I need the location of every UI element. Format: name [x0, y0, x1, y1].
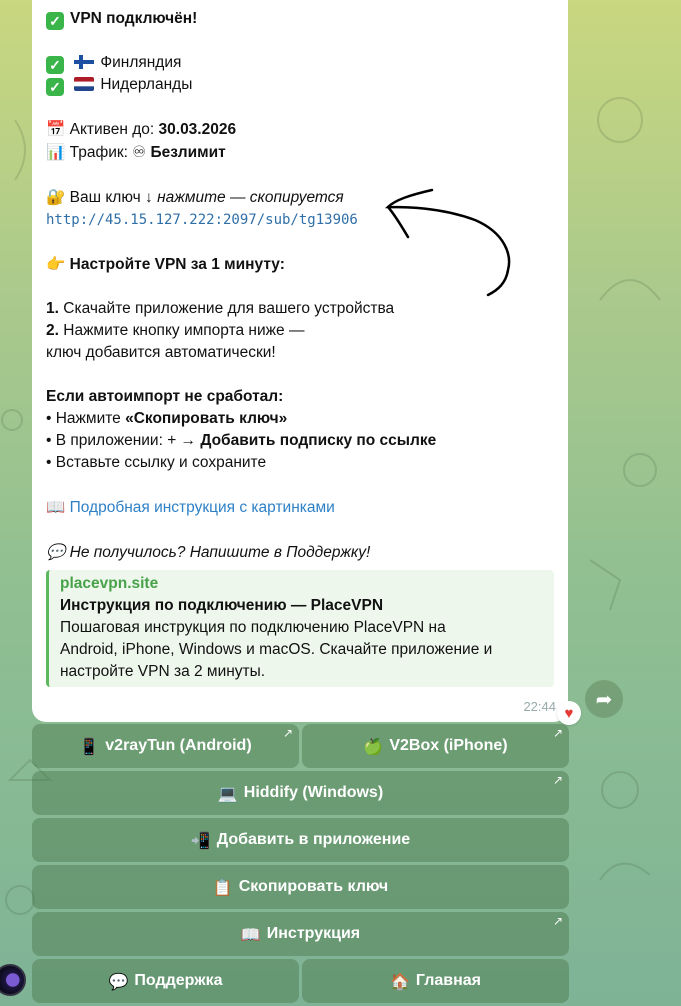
speech-bubble-icon: 💬	[46, 543, 66, 561]
button-label: Скопировать ключ	[238, 878, 389, 895]
button-label: v2rayTun (Android)	[105, 737, 252, 754]
check-icon: ✓	[46, 56, 64, 74]
button-label: Главная	[415, 972, 481, 989]
fallback-text: • Нажмите	[46, 410, 126, 427]
infinity-icon: ♾	[132, 143, 147, 161]
hiddify-button[interactable]: 💻 Hiddify (Windows) ↗	[32, 771, 569, 815]
lock-key-icon: 🔐	[46, 188, 66, 206]
step-2-continued: ключ добавится автоматически!	[46, 344, 276, 361]
external-link-icon: ↗	[552, 773, 563, 787]
fallback-bold: «Скопировать ключ»	[125, 410, 288, 427]
guide-link[interactable]: Подробная инструкция с картинками	[70, 499, 335, 516]
preview-title: Инструкция по подключению — PlaceVPN	[60, 597, 384, 614]
support-button[interactable]: 💬 Поддержка	[32, 959, 299, 1003]
phone-icon: 📱	[79, 736, 100, 756]
fallback-item-1: • Нажмите «Скопировать ключ»	[46, 408, 554, 430]
button-label: Hiddify (Windows)	[243, 784, 384, 801]
support-line: 💬 Не получилось? Напишите в Поддержку!	[46, 541, 554, 564]
step-text: Скачайте приложение для вашего устройств…	[63, 300, 395, 317]
active-value: 30.03.2026	[158, 121, 237, 138]
apple-icon: 🍏	[363, 736, 384, 756]
message-time: 22:44	[523, 699, 556, 714]
book-icon: 📖	[240, 924, 261, 944]
calendar-icon: 📅	[46, 120, 66, 138]
fallback-bold: Добавить подписку по ссылке	[200, 432, 437, 449]
button-label: Добавить в приложение	[216, 831, 411, 848]
key-hint: нажмите — скопируется	[157, 189, 344, 206]
external-link-icon: ↗	[552, 726, 563, 740]
v2raytun-button[interactable]: 📱 v2rayTun (Android) ↗	[32, 724, 299, 768]
external-link-icon: ↗	[552, 914, 563, 928]
instruction-button[interactable]: 📖 Инструкция ↗	[32, 912, 569, 956]
step-text: Нажмите кнопку импорта ниже —	[63, 322, 305, 339]
bot-message-bubble: ✓ VPN подключён! ✓ Финляндия ✓ Нидерланды…	[32, 0, 568, 722]
button-label: Инструкция	[266, 925, 361, 942]
step-number: 1.	[46, 300, 59, 317]
bar-chart-icon: 📊	[46, 143, 66, 161]
finland-flag-icon	[74, 55, 95, 69]
check-icon: ✓	[46, 12, 64, 30]
server-name: Финляндия	[100, 54, 182, 71]
active-until-line: 📅 Активен до: 30.03.2026	[46, 118, 554, 141]
key-label: Ваш ключ ↓	[69, 189, 153, 206]
fallback-item-3: • Вставьте ссылку и сохраните	[46, 454, 267, 471]
fallback-text: • В приложении: + →	[46, 432, 201, 449]
book-icon: 📖	[46, 498, 66, 516]
step-2: 2. Нажмите кнопку импорта ниже —	[46, 320, 554, 342]
traffic-value: Безлимит	[150, 144, 226, 161]
step-number: 2.	[46, 322, 59, 339]
button-label: Поддержка	[134, 972, 223, 989]
heart-reaction-icon[interactable]: ♥	[557, 701, 581, 725]
message-title-line: ✓ VPN подключён!	[46, 8, 554, 30]
clipboard-icon: 📋	[212, 877, 233, 897]
fallback-item-2: • В приложении: + → Добавить подписку по…	[46, 430, 554, 452]
house-icon: 🏠	[390, 971, 410, 991]
netherlands-flag-icon	[74, 77, 95, 91]
v2box-button[interactable]: 🍏 V2Box (iPhone) ↗	[302, 724, 569, 768]
link-preview[interactable]: placevpn.site Инструкция по подключению …	[46, 570, 554, 687]
traffic-line: 📊 Трафик: ♾ Безлимит	[46, 141, 554, 164]
setup-title: Настройте VPN за 1 минуту:	[69, 256, 285, 273]
hand-drawn-arrow	[384, 188, 511, 297]
preview-desc-1: Пошаговая инструкция по подключению Plac…	[60, 619, 446, 636]
pointing-hand-icon: 👉	[46, 255, 66, 273]
active-label: Активен до:	[69, 121, 155, 138]
copy-key-button[interactable]: 📋 Скопировать ключ	[32, 865, 569, 909]
server-netherlands: ✓ Нидерланды	[46, 74, 554, 96]
preview-desc-2: Android, iPhone, Windows и macOS. Скачай…	[60, 641, 493, 658]
home-button[interactable]: 🏠 Главная	[302, 959, 569, 1003]
phone-arrow-icon: 📲	[190, 830, 211, 850]
preview-desc-3: настройте VPN за 2 минуты.	[60, 663, 266, 680]
traffic-label: Трафик:	[69, 144, 128, 161]
check-icon: ✓	[46, 78, 64, 96]
server-finland: ✓ Финляндия	[46, 52, 554, 74]
share-icon[interactable]: ➦	[585, 680, 623, 718]
message-title: VPN подключён!	[70, 10, 198, 27]
support-text: Не получилось? Напишите в Поддержку!	[69, 544, 371, 561]
preview-site: placevpn.site	[60, 575, 159, 592]
external-link-icon: ↗	[282, 726, 293, 740]
step-1: 1. Скачайте приложение для вашего устрой…	[46, 298, 554, 320]
button-label: V2Box (iPhone)	[389, 737, 508, 754]
fallback-title: Если автоимпорт не сработал:	[46, 388, 284, 405]
add-to-app-button[interactable]: 📲 Добавить в приложение	[32, 818, 569, 862]
speech-bubble-icon: 💬	[108, 971, 129, 991]
server-name: Нидерланды	[100, 76, 193, 93]
bot-avatar[interactable]	[0, 964, 26, 996]
inline-keyboard: 📱 v2rayTun (Android) ↗ 🍏 V2Box (iPhone) …	[32, 724, 569, 1006]
laptop-icon: 💻	[217, 783, 238, 803]
guide-link-line[interactable]: 📖 Подробная инструкция с картинками	[46, 496, 554, 519]
